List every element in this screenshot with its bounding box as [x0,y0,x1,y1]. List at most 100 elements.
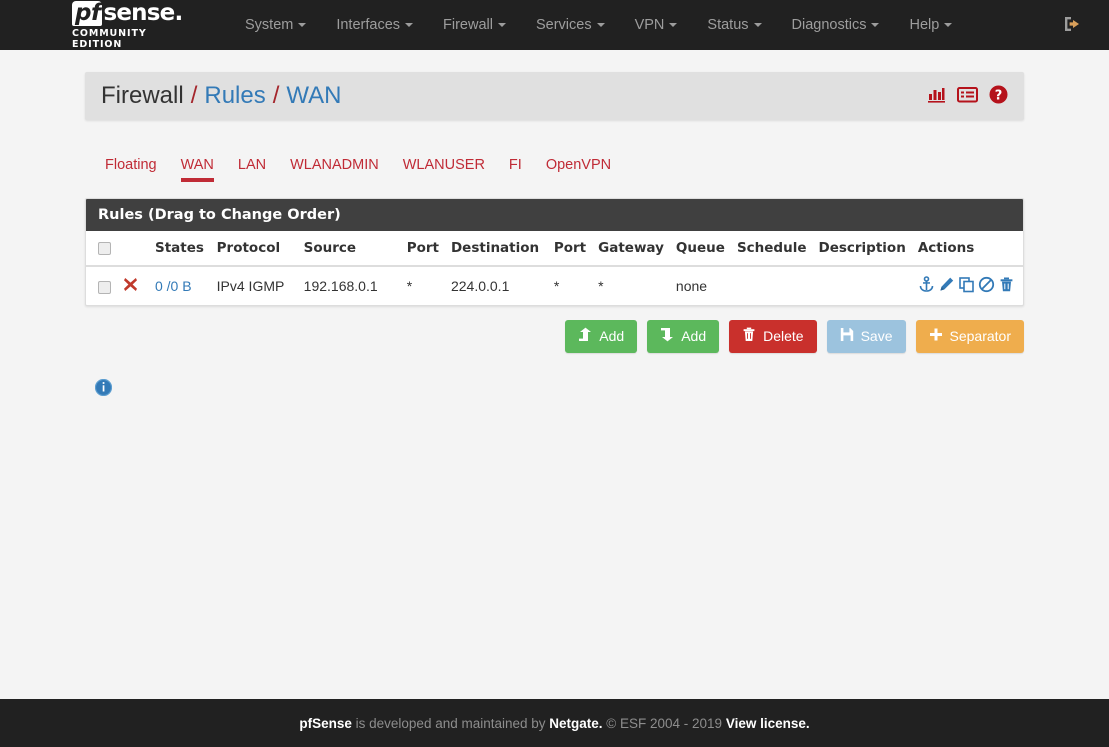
delete-icon[interactable] [998,276,1015,296]
footer-brand: pfSense [299,715,352,731]
add-rule-bottom-button[interactable]: Add [647,320,720,353]
copy-icon[interactable] [958,276,975,296]
navbar-right [1061,13,1097,38]
chevron-down-icon [871,23,880,28]
add-rule-top-label: Add [599,328,625,344]
row-schedule-cell [730,265,813,305]
tab-fi[interactable]: FI [497,157,534,182]
breadcrumb-rules-link[interactable]: Rules [204,82,265,110]
nav-item-help[interactable]: Help [894,0,967,50]
nav-label-vpn: VPN [634,17,665,33]
logo-sense-text: sense [103,1,182,25]
statistics-icon[interactable] [927,85,946,107]
footer-netgate: Netgate. [549,715,603,731]
plus-icon [929,327,943,346]
tab-label-lan: LAN [237,157,267,173]
separator-button-label: Separator [949,328,1011,344]
chevron-down-icon [298,23,307,28]
anchor-icon[interactable] [918,276,935,296]
row-status-cell [117,265,149,305]
edit-icon[interactable] [938,276,955,296]
nav-item-vpn[interactable]: VPN [620,0,693,50]
rules-action-buttons: Add Add Delete Save Separator [85,320,1024,353]
svg-text:?: ? [995,88,1003,103]
help-icon[interactable]: ? [989,85,1008,107]
add-rule-bottom-label: Add [681,328,707,344]
log-icon[interactable] [957,85,978,107]
tab-label-openvpn: OpenVPN [545,157,612,173]
footer-license-link[interactable]: View license. [726,716,810,731]
tab-wlanadmin[interactable]: WLANADMIN [278,157,391,182]
breadcrumb-separator: / [272,82,280,109]
nav-item-diagnostics[interactable]: Diagnostics [777,0,895,50]
save-button[interactable]: Save [826,320,906,353]
logout-icon[interactable] [1061,13,1083,38]
header-protocol: Protocol [210,231,298,267]
row-destination-port-cell: * [547,265,593,305]
header-destination-port: Port [547,231,593,267]
add-rule-top-button[interactable]: Add [565,320,638,353]
row-action-icons [918,276,1017,296]
footer-copyright: © ESF 2004 - 2019 [602,715,726,731]
nav-item-services[interactable]: Services [521,0,620,50]
footer-text: is developed and maintained by [351,715,550,731]
delete-button-label: Delete [763,328,804,344]
nav-item-status[interactable]: Status [692,0,776,50]
page-footer: pfSense is developed and maintained by N… [0,699,1109,747]
rules-panel: Rules (Drag to Change Order) States Prot… [85,198,1024,306]
nav-item-interfaces[interactable]: Interfaces [321,0,428,50]
separator-button[interactable]: Separator [915,320,1024,353]
tab-wlanuser[interactable]: WLANUSER [391,157,497,182]
main-content: Firewall / Rules / WAN ? Floating WAN LA… [0,72,1109,399]
header-description: Description [812,231,912,267]
states-link[interactable]: 0 /0 B [155,278,192,294]
row-description-cell [812,265,912,305]
tab-label-fi: FI [508,157,522,173]
header-gateway: Gateway [592,231,670,267]
breadcrumb-current[interactable]: WAN [286,82,341,110]
table-row[interactable]: 0 /0 B IPv4 IGMP 192.168.0.1 * 224.0.0.1… [86,265,1023,305]
chevron-down-icon [596,23,605,28]
row-states-cell: 0 /0 B [148,265,211,305]
arrow-up-icon [578,327,592,346]
header-destination: Destination [444,231,548,267]
rules-panel-title: Rules (Drag to Change Order) [86,199,1023,231]
chevron-down-icon [944,23,953,28]
info-icon[interactable] [94,378,1024,399]
row-source-port-cell: * [400,265,445,305]
tab-label-wlanuser: WLANUSER [402,157,485,173]
nav-label-diagnostics: Diagnostics [791,17,867,33]
nav-item-system[interactable]: System [230,0,321,50]
nav-label-help: Help [909,17,940,33]
header-queue: Queue [669,231,731,267]
pfsense-page: pf sense COMMUNITY EDITION System Interf… [0,0,1109,747]
tab-floating[interactable]: Floating [93,157,169,182]
rules-table-head: States Protocol Source Port Destination … [86,231,1023,267]
row-gateway-cell: * [592,265,670,305]
tab-wan[interactable]: WAN [169,157,226,182]
block-icon[interactable] [123,277,143,295]
row-queue-cell: none [669,265,731,305]
chevron-down-icon [753,23,762,28]
tab-openvpn[interactable]: OpenVPN [534,157,623,182]
page-header: Firewall / Rules / WAN ? [85,72,1024,120]
select-all-checkbox[interactable] [98,241,111,255]
chevron-down-icon [405,23,414,28]
rules-table: States Protocol Source Port Destination … [86,231,1023,305]
breadcrumb-root: Firewall [101,82,184,109]
disable-icon[interactable] [978,276,995,296]
nav-item-firewall[interactable]: Firewall [428,0,521,50]
row-source-cell: 192.168.0.1 [297,265,401,305]
nav-label-status: Status [707,17,749,33]
breadcrumb-separator: / [190,82,198,109]
header-actions: Actions [911,231,1023,267]
delete-button[interactable]: Delete [729,320,817,353]
logo-wordmark: pf sense [72,0,194,26]
legend-info-row [85,378,1024,399]
tab-lan[interactable]: LAN [226,157,278,182]
row-select-checkbox[interactable] [98,280,111,294]
header-source-port: Port [400,231,445,267]
nav-menu: System Interfaces Firewall Services VPN … [230,0,967,50]
chevron-down-icon [669,23,678,28]
pfsense-logo[interactable]: pf sense COMMUNITY EDITION [72,0,194,50]
